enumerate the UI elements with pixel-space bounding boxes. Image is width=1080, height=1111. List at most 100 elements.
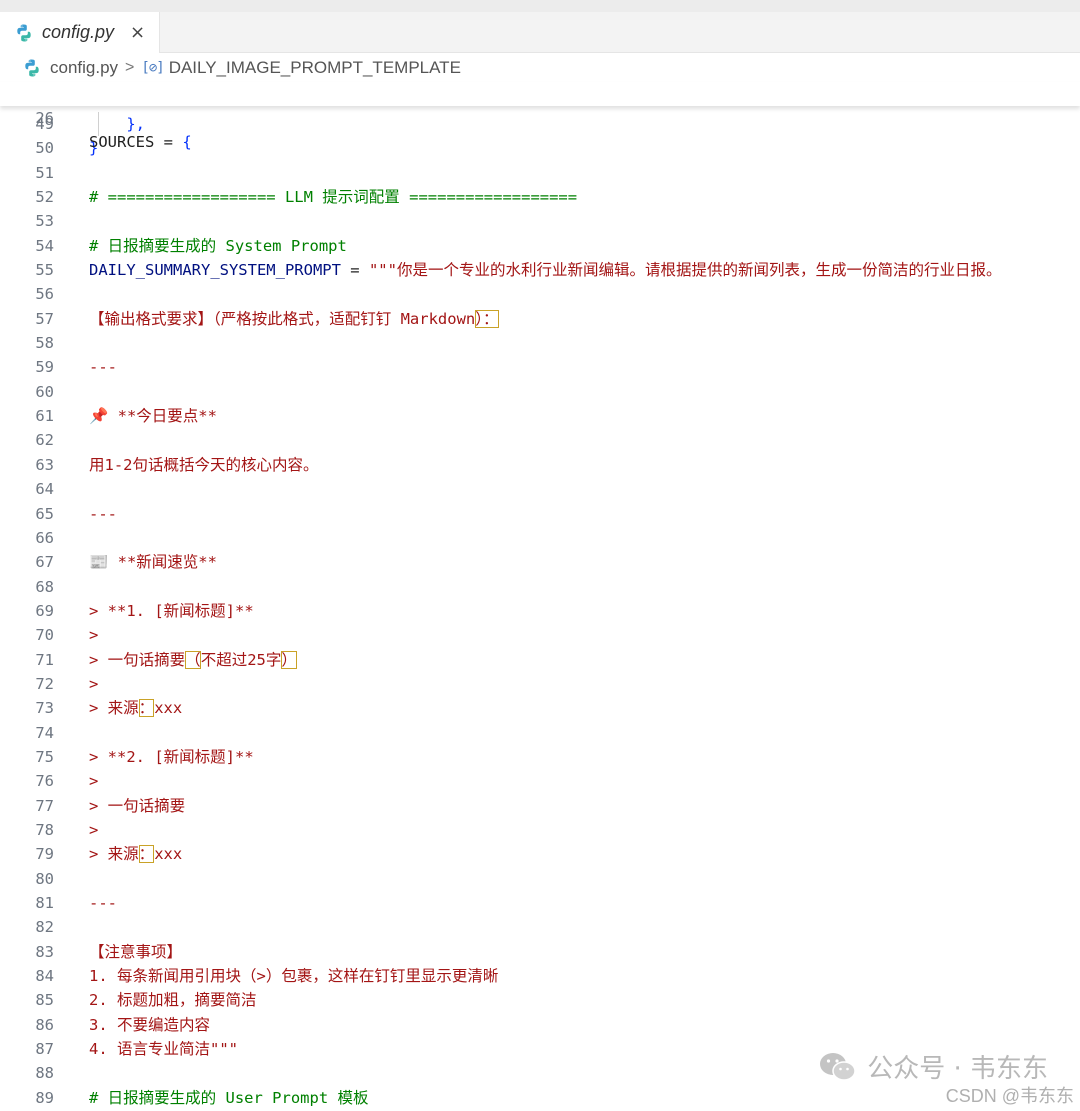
watermark-text: 公众号 · 韦东东	[867, 1054, 1048, 1084]
code-line: 75 > **2. [新闻标题]**	[0, 745, 1080, 769]
code-text: >	[89, 769, 98, 793]
bracket-highlight: （	[185, 650, 201, 669]
line-number: 66	[35, 528, 54, 547]
code-text: 4. 语言专业简洁"""	[89, 1037, 238, 1061]
code-line: 61 📌 **今日要点**	[0, 404, 1080, 428]
code-token: >	[89, 674, 99, 693]
code-token: """你是一个专业的水利行业新闻编辑。请根据提供的新闻列表，生成一份简洁的行业日…	[368, 261, 1002, 280]
code-line: 57 【输出格式要求】（严格按此格式，适配钉钉 Markdown）：	[0, 307, 1080, 331]
wechat-icon	[820, 1052, 856, 1081]
sticky-scroll-header[interactable]: 26 SOURCES = {	[0, 82, 1080, 151]
code-text: 1. 每条新闻用引用块（>）包裹，这样在钉钉里显示更清晰	[89, 964, 498, 988]
code-token: xxx	[154, 699, 183, 718]
code-editor[interactable]: 49 }, 50} 51 52 # ================== LLM 提示词…	[0, 112, 1080, 1110]
line-number: 71	[35, 650, 54, 669]
code-text: SOURCES = {	[89, 133, 192, 151]
code-line: 67 📰 **新闻速览**	[0, 550, 1080, 574]
code-token: xxx	[154, 845, 183, 864]
code-token: 1. 每条新闻用引用块（>）包裹，这样在钉钉里显示更清晰	[89, 967, 499, 986]
code-line: 83 【注意事项】	[0, 940, 1080, 964]
code-line: 80	[0, 867, 1080, 891]
breadcrumb-file[interactable]: config.py	[50, 58, 118, 78]
code-line: 52 # ================== LLM 提示词配置 =======…	[0, 185, 1080, 209]
code-token: >	[89, 772, 99, 791]
code-line: 56	[0, 282, 1080, 306]
line-number: 78	[35, 820, 54, 839]
line-number: 26	[35, 109, 54, 127]
tab-config-py[interactable]: config.py ×	[0, 12, 160, 53]
code-text: >	[89, 623, 98, 647]
code-token: 【注意事项】	[89, 942, 183, 961]
line-number: 53	[35, 212, 54, 231]
code-token: 用1-2句话概括今天的核心内容。	[89, 455, 319, 474]
breadcrumb-symbol[interactable]: DAILY_IMAGE_PROMPT_TEMPLATE	[169, 58, 461, 78]
code-line: 68	[0, 575, 1080, 599]
code-token: ---	[89, 358, 117, 377]
line-number: 83	[35, 942, 54, 961]
variable-symbol-icon: [⊘]	[141, 60, 164, 76]
code-token: > 一句话摘要	[89, 796, 186, 815]
bracket-highlight: ）：	[475, 309, 499, 328]
line-number: 58	[35, 334, 54, 353]
code-token: > 来源	[89, 845, 139, 864]
code-token: # 日报摘要生成的 User Prompt 模板	[89, 1088, 369, 1107]
code-line: 69 > **1. [新闻标题]**	[0, 599, 1080, 623]
code-text: DAILY_SUMMARY_SYSTEM_PROMPT = """你是一个专业的…	[89, 258, 1001, 282]
code-token: 4. 语言专业简洁"""	[89, 1040, 238, 1059]
code-line: 84 1. 每条新闻用引用块（>）包裹，这样在钉钉里显示更清晰	[0, 964, 1080, 988]
line-number: 86	[35, 1015, 54, 1034]
watermark: 公众号 · 韦东东	[819, 1048, 1048, 1085]
code-line: 51	[0, 161, 1080, 185]
line-number: 87	[35, 1040, 54, 1059]
line-number: 64	[35, 480, 54, 499]
code-text: 3. 不要编造内容	[89, 1013, 210, 1037]
code-text: 【输出格式要求】（严格按此格式，适配钉钉 Markdown）：	[89, 307, 499, 331]
line-number: 74	[35, 723, 54, 742]
code-token: ---	[89, 894, 117, 912]
close-icon[interactable]: ×	[130, 22, 145, 43]
code-token: > 来源	[89, 699, 139, 718]
code-text: 2. 标题加粗，摘要简洁	[89, 988, 257, 1012]
code-line: 63 用1-2句话概括今天的核心内容。	[0, 453, 1080, 477]
code-line: 60	[0, 380, 1080, 404]
line-number: 76	[35, 772, 54, 791]
code-line: 74	[0, 721, 1080, 745]
code-line: 59 ---	[0, 355, 1080, 379]
line-number: 69	[35, 601, 54, 620]
line-number: 75	[35, 747, 54, 766]
python-icon	[17, 24, 31, 41]
code-token: 📰 **新闻速览**	[89, 553, 217, 572]
code-token: 不超过25字	[200, 650, 282, 669]
line-number: 88	[35, 1064, 54, 1083]
line-number: 55	[35, 261, 54, 280]
line-number: 57	[35, 309, 54, 328]
tab-bar: config.py ×	[0, 12, 1080, 53]
line-number: 62	[35, 431, 54, 450]
code-line: 78 >	[0, 818, 1080, 842]
line-number: 73	[35, 699, 54, 718]
python-icon	[25, 59, 39, 77]
code-text: > 一句话摘要（不超过25字）	[89, 648, 297, 672]
code-line: 86 3. 不要编造内容	[0, 1013, 1080, 1037]
code-text: > 来源：xxx	[89, 696, 182, 720]
bracket-highlight: ：	[138, 699, 155, 718]
line-number: 79	[35, 845, 54, 864]
code-token: 📌 **今日要点**	[89, 407, 217, 426]
code-token: =	[340, 261, 369, 280]
code-text: ---	[89, 891, 117, 915]
code-token: >	[89, 626, 99, 645]
breadcrumb-separator: >	[125, 59, 135, 76]
code-line: 71 > 一句话摘要（不超过25字）	[0, 648, 1080, 672]
line-number: 65	[35, 504, 54, 523]
code-text: # ================== LLM 提示词配置 =========…	[89, 185, 577, 209]
code-token: 【输出格式要求】（严格按此格式，适配钉钉 Markdown	[89, 309, 476, 328]
line-number: 60	[35, 382, 54, 401]
code-line: 64	[0, 477, 1080, 501]
code-token: # 日报摘要生成的 System Prompt	[89, 236, 347, 255]
line-number: 54	[35, 236, 54, 255]
code-text: # 日报摘要生成的 System Prompt	[89, 234, 347, 258]
code-line: 79 > 来源：xxx	[0, 842, 1080, 866]
line-number: 59	[35, 358, 54, 377]
bracket-highlight: ）	[281, 650, 297, 669]
csdn-watermark: CSDN @韦东东	[945, 1086, 1074, 1106]
